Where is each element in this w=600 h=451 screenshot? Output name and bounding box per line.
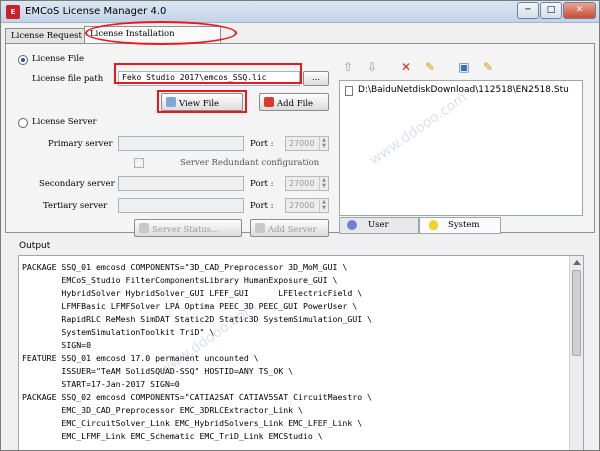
tab-license-installation[interactable]: License Installation	[84, 26, 221, 44]
secondary-server-label: Secondary server	[39, 179, 115, 189]
server-status-label: Server Status...	[152, 225, 220, 235]
output-line: EMCoS_Studio FilterComponentsLibrary Hum…	[22, 275, 338, 285]
license-file-radio[interactable]	[18, 55, 28, 65]
license-file-path-field[interactable]: Feko Studio 2017\emcos_SSQ.lic	[118, 71, 300, 86]
arrow-up-icon[interactable]: ⇧	[338, 57, 358, 77]
output-line: LFMFBasic LFMFSolver LPA Optima PEEC_3D …	[22, 301, 358, 311]
scroll-thumb[interactable]	[572, 270, 581, 356]
close-button[interactable]: ✕	[563, 2, 596, 19]
license-server-label: License Server	[32, 117, 97, 127]
output-line: PACKAGE SSQ_02 emcosd COMPONENTS="CATIA2…	[22, 392, 372, 402]
output-line: START=17-Jan-2017 SIGN=0	[22, 379, 180, 389]
user-icon	[347, 220, 357, 230]
browse-button[interactable]: ...	[303, 71, 329, 86]
output-line: PACKAGE SSQ_01 emcosd COMPONENTS="3D_CAD…	[22, 262, 348, 272]
primary-server-label: Primary server	[48, 139, 113, 149]
app-logo-icon: E	[6, 5, 20, 19]
add-file-button[interactable]: Add File	[259, 93, 329, 111]
view-file-button[interactable]: View File	[161, 93, 243, 111]
output-line: EMC_LFMF_Link EMC_Schematic EMC_TriD_Lin…	[22, 431, 323, 441]
add-server-icon	[255, 223, 265, 233]
list-item[interactable]: D:\BaiduNetdiskDownload\112518\EN2518.St…	[358, 85, 569, 95]
output-line: FEATURE SSQ_01 emcosd 17.0 permanent unc…	[22, 353, 259, 363]
tertiary-server-field[interactable]	[118, 198, 244, 213]
clean-icon[interactable]: ✎	[420, 57, 440, 77]
output-line: SIGN=0	[22, 340, 92, 350]
tertiary-port-label: Port :	[250, 201, 274, 211]
user-tab-label: User	[368, 220, 389, 230]
server-redundant-label: Server Redundant configuration	[180, 158, 320, 168]
server-redundant-checkbox[interactable]	[134, 158, 144, 168]
secondary-server-field[interactable]	[118, 176, 244, 191]
primary-port-label: Port :	[250, 139, 274, 149]
spinner-arrows-icon[interactable]: ▲ ▼	[319, 199, 328, 212]
file-icon	[345, 86, 353, 96]
scroll-up-icon[interactable]	[573, 260, 581, 265]
system-tab-label: System	[448, 220, 480, 230]
license-file-list[interactable]: D:\BaiduNetdiskDownload\112518\EN2518.St…	[339, 80, 583, 216]
output-label: Output	[19, 241, 51, 251]
delete-icon[interactable]: ✕	[396, 57, 416, 77]
spinner-arrows-icon[interactable]: ▲ ▼	[319, 137, 328, 150]
add-file-label: Add File	[277, 99, 314, 109]
spinner-arrows-icon[interactable]: ▲ ▼	[319, 177, 328, 190]
view-file-icon	[166, 97, 176, 107]
view-file-label: View File	[179, 99, 220, 109]
output-line: SystemSimulationToolkit TriD" \	[22, 327, 215, 337]
output-line: EMC_3D_CAD_Preprocessor EMC_3DRLCExtract…	[22, 405, 303, 415]
license-file-label: License File	[32, 54, 85, 64]
output-line: RapidRLC ReMesh SimDAT Static2D Static3D…	[22, 314, 372, 324]
view-icon[interactable]: ▣	[454, 57, 474, 77]
tertiary-server-label: Tertiary server	[43, 201, 108, 211]
license-manager-window: E EMCoS License Manager 4.0 ─ □ ✕ Licens…	[0, 0, 600, 451]
output-scrollbar[interactable]	[569, 256, 583, 450]
secondary-port-value: 27000	[289, 179, 315, 188]
server-status-button[interactable]: Server Status...	[134, 219, 242, 237]
add-file-icon	[264, 97, 274, 107]
output-line: ISSUER="TeAM SolidSQUAD-SSQ" HOSTID=ANY …	[22, 366, 294, 376]
add-server-label: Add Server	[268, 225, 317, 235]
list-subtabs: User System	[339, 217, 583, 235]
tertiary-port-value: 27000	[289, 201, 315, 210]
server-status-icon	[139, 223, 149, 233]
minimize-button[interactable]: ─	[517, 2, 539, 19]
secondary-port-label: Port :	[250, 179, 274, 189]
clean-all-icon[interactable]: ✎	[478, 57, 498, 77]
file-list-toolbar: ⇧ ⇩ ✕ ✎ ▣ ✎	[338, 57, 584, 79]
license-server-radio[interactable]	[18, 118, 28, 128]
secondary-port-spinner[interactable]: 27000 ▲ ▼	[285, 176, 329, 191]
title-bar: E EMCoS License Manager 4.0 ─ □ ✕	[1, 1, 599, 23]
maximize-button[interactable]: □	[540, 2, 562, 19]
tab-license-request[interactable]: License Request	[5, 28, 85, 43]
primary-port-value: 27000	[289, 139, 315, 148]
add-server-button[interactable]: Add Server	[250, 219, 329, 237]
primary-server-field[interactable]	[118, 136, 244, 151]
tertiary-port-spinner[interactable]: 27000 ▲ ▼	[285, 198, 329, 213]
license-file-path-label: License file path	[32, 74, 104, 84]
output-line: EMC_CircuitSolver_Link EMC_HybridSolvers…	[22, 418, 363, 428]
output-line: HybridSolver HybridSolver_GUI LFEF_GUI L…	[22, 288, 363, 298]
arrow-down-icon[interactable]: ⇩	[362, 57, 382, 77]
primary-port-spinner[interactable]: 27000 ▲ ▼	[285, 136, 329, 151]
lightbulb-icon	[429, 220, 438, 230]
output-textarea[interactable]: PACKAGE SSQ_01 emcosd COMPONENTS="3D_CAD…	[18, 255, 584, 450]
window-title: EMCoS License Manager 4.0	[25, 6, 167, 17]
